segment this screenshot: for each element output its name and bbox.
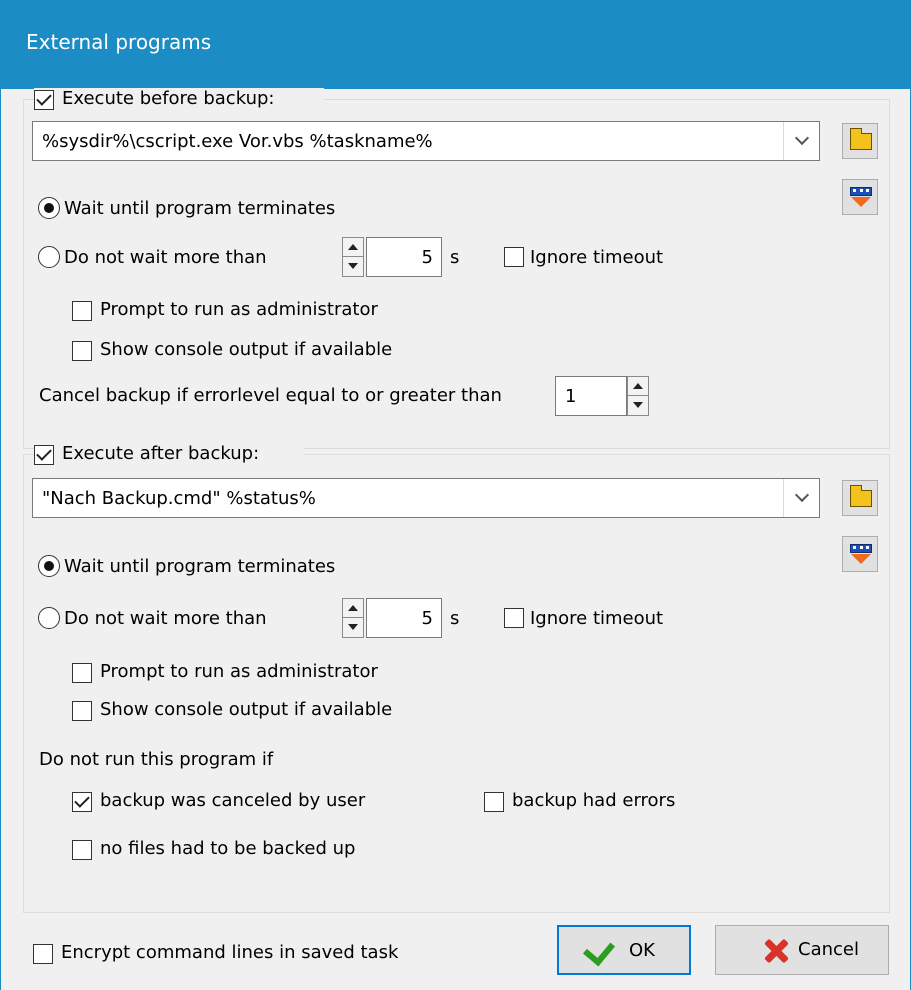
before-wait-label: Wait until program terminates — [64, 198, 336, 219]
before-limit-label: Do not wait more than — [64, 247, 267, 268]
before-timeout-input[interactable]: 5 — [366, 237, 442, 277]
errorlevel-label: Cancel backup if errorlevel equal to or … — [39, 385, 502, 406]
spin-down-icon[interactable] — [628, 396, 648, 415]
before-ignore-timeout-label: Ignore timeout — [530, 247, 664, 268]
skip-conditions-heading: Do not run this program if — [39, 749, 274, 770]
folder-icon — [850, 485, 872, 507]
after-limit-label: Do not wait more than — [64, 608, 267, 629]
after-ignore-timeout-checkbox[interactable] — [504, 608, 524, 628]
after-timeout-spinner[interactable] — [342, 598, 364, 638]
before-backup-group: Execute before backup: %sysdir%\cscript.… — [23, 88, 890, 449]
canceled-by-user-label: backup was canceled by user — [100, 790, 366, 811]
before-insert-variable-button[interactable] — [842, 179, 878, 215]
before-timeout-value: 5 — [421, 247, 433, 268]
before-limit-radio[interactable] — [38, 246, 60, 268]
after-command-value: "Nach Backup.cmd" %status% — [42, 488, 316, 509]
after-wait-label: Wait until program terminates — [64, 556, 336, 577]
errorlevel-value: 1 — [565, 386, 577, 407]
after-limit-radio[interactable] — [38, 607, 60, 629]
ok-button-label: OK — [629, 940, 655, 961]
spin-up-icon[interactable] — [343, 599, 363, 618]
spin-up-icon[interactable] — [343, 238, 363, 257]
after-command-combobox[interactable]: "Nach Backup.cmd" %status% — [32, 478, 820, 518]
window-title: External programs — [26, 30, 212, 54]
after-timeout-input[interactable]: 5 — [366, 598, 442, 638]
folder-icon — [850, 128, 872, 150]
before-timeout-unit: s — [450, 247, 460, 268]
cancel-button-label: Cancel — [798, 939, 859, 960]
had-errors-checkbox[interactable] — [484, 792, 504, 812]
before-console-label: Show console output if available — [100, 339, 393, 360]
encrypt-label: Encrypt command lines in saved task — [61, 942, 399, 963]
before-timeout-spinner[interactable] — [342, 237, 364, 277]
after-backup-group: Execute after backup: "Nach Backup.cmd" … — [23, 443, 890, 913]
insert-variable-icon — [850, 544, 872, 564]
after-console-checkbox[interactable] — [72, 701, 92, 721]
checkmark-icon — [582, 933, 616, 967]
after-backup-label: Execute after backup: — [62, 443, 260, 464]
ok-button[interactable]: OK — [557, 925, 691, 975]
after-browse-button[interactable] — [842, 480, 878, 516]
after-timeout-value: 5 — [421, 608, 433, 629]
cancel-button[interactable]: Cancel — [715, 925, 889, 975]
before-backup-header: Execute before backup: — [34, 88, 324, 114]
after-insert-variable-button[interactable] — [842, 536, 878, 572]
before-backup-label: Execute before backup: — [62, 88, 275, 109]
before-admin-label: Prompt to run as administrator — [100, 299, 378, 320]
title-bar: External programs — [0, 0, 911, 89]
after-admin-checkbox[interactable] — [72, 663, 92, 683]
spin-down-icon[interactable] — [343, 618, 363, 637]
after-command-dropdown-arrow-icon[interactable] — [783, 479, 819, 517]
before-command-combobox[interactable]: %sysdir%\cscript.exe Vor.vbs %taskname% — [32, 121, 820, 161]
before-admin-checkbox[interactable] — [72, 301, 92, 321]
before-console-checkbox[interactable] — [72, 341, 92, 361]
after-ignore-timeout-label: Ignore timeout — [530, 608, 664, 629]
errorlevel-input[interactable]: 1 — [555, 376, 627, 416]
after-admin-label: Prompt to run as administrator — [100, 661, 378, 682]
after-backup-checkbox[interactable] — [34, 445, 54, 465]
before-ignore-timeout-checkbox[interactable] — [504, 247, 524, 267]
before-browse-button[interactable] — [842, 123, 878, 159]
spin-up-icon[interactable] — [628, 377, 648, 396]
spin-down-icon[interactable] — [343, 257, 363, 276]
encrypt-checkbox[interactable] — [33, 944, 53, 964]
before-command-value: %sysdir%\cscript.exe Vor.vbs %taskname% — [42, 131, 433, 152]
insert-variable-icon — [850, 187, 872, 207]
no-files-label: no files had to be backed up — [100, 838, 356, 859]
errorlevel-spinner[interactable] — [627, 376, 649, 416]
after-wait-radio[interactable] — [38, 555, 60, 577]
red-x-icon — [764, 939, 788, 963]
had-errors-label: backup had errors — [512, 790, 676, 811]
before-command-dropdown-arrow-icon[interactable] — [783, 122, 819, 160]
after-timeout-unit: s — [450, 608, 460, 629]
canceled-by-user-checkbox[interactable] — [72, 792, 92, 812]
before-backup-checkbox[interactable] — [34, 90, 54, 110]
after-console-label: Show console output if available — [100, 699, 393, 720]
before-wait-radio[interactable] — [38, 197, 60, 219]
no-files-checkbox[interactable] — [72, 840, 92, 860]
after-backup-header: Execute after backup: — [34, 443, 304, 469]
dialog-body: Execute before backup: %sysdir%\cscript.… — [0, 88, 911, 990]
